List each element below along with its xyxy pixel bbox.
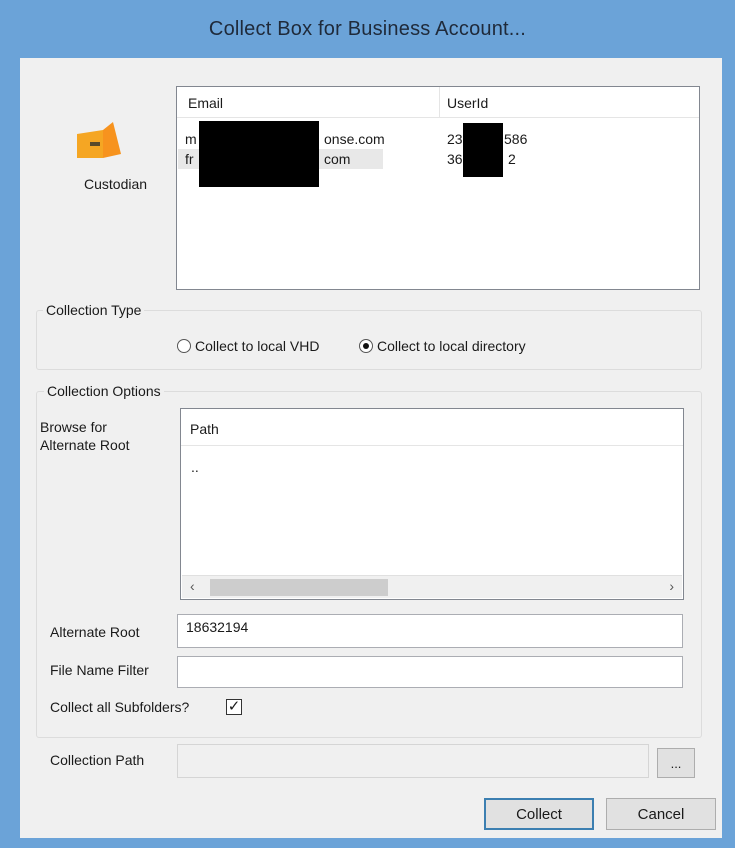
cancel-button[interactable]: Cancel bbox=[606, 798, 716, 830]
custodian-list-header: Email UserId bbox=[177, 87, 699, 118]
email-cell: m bbox=[185, 131, 197, 147]
dialog-window: Collect Box for Business Account... Cust… bbox=[0, 0, 735, 848]
collect-button[interactable]: Collect bbox=[484, 798, 594, 830]
radio-local-directory[interactable]: Collect to local directory bbox=[359, 338, 526, 354]
file-name-filter-label: File Name Filter bbox=[50, 662, 149, 678]
horizontal-scrollbar[interactable]: ‹ › bbox=[182, 575, 682, 598]
redaction-box bbox=[463, 123, 503, 177]
custodian-list[interactable]: Email UserId m onse.com 23 586 fr com 36… bbox=[176, 86, 700, 290]
email-cell-suffix: onse.com bbox=[324, 131, 385, 147]
userid-cell-suffix: 586 bbox=[504, 131, 528, 147]
collection-path-field[interactable] bbox=[177, 744, 649, 778]
title-bar[interactable]: Collect Box for Business Account... bbox=[0, 0, 735, 58]
custodian-icon bbox=[77, 122, 121, 158]
collection-options-label: Collection Options bbox=[44, 383, 164, 399]
window-title: Collect Box for Business Account... bbox=[208, 17, 527, 40]
file-name-filter-field[interactable] bbox=[177, 656, 683, 688]
radio-local-vhd[interactable]: Collect to local VHD bbox=[177, 338, 320, 354]
path-list[interactable]: Path .. ‹ › bbox=[180, 408, 684, 600]
alternate-root-label: Alternate Root bbox=[50, 624, 140, 640]
radio-button-icon[interactable] bbox=[177, 339, 191, 353]
path-cell: .. bbox=[191, 459, 199, 475]
radio-label[interactable]: Collect to local directory bbox=[377, 338, 526, 354]
userid-cell: 36 bbox=[447, 151, 463, 167]
column-divider[interactable] bbox=[439, 87, 440, 117]
radio-button-selected-icon[interactable] bbox=[359, 339, 373, 353]
browse-alternate-root-label: Browse for Alternate Root bbox=[40, 419, 130, 453]
browse-collection-path-button[interactable]: ... bbox=[657, 748, 695, 778]
collection-path-label: Collection Path bbox=[50, 752, 145, 768]
alternate-root-field[interactable]: 18632194 bbox=[177, 614, 683, 648]
redaction-box bbox=[199, 121, 319, 187]
scroll-left-icon[interactable]: ‹ bbox=[190, 578, 195, 594]
userid-cell-suffix: 2 bbox=[508, 151, 516, 167]
scrollbar-thumb[interactable] bbox=[210, 579, 388, 596]
collect-subfolders-label: Collect all Subfolders? bbox=[50, 699, 190, 715]
custodian-label: Custodian bbox=[84, 176, 148, 192]
collect-subfolders-checkbox[interactable]: ✓ bbox=[226, 699, 242, 715]
column-header-email[interactable]: Email bbox=[188, 95, 223, 111]
dialog-body: Custodian Email UserId m onse.com 23 586… bbox=[20, 58, 722, 838]
column-header-userid[interactable]: UserId bbox=[447, 95, 488, 111]
path-list-header: Path bbox=[181, 409, 683, 446]
userid-cell: 23 bbox=[447, 131, 463, 147]
scroll-right-icon[interactable]: › bbox=[669, 578, 674, 594]
path-row[interactable]: .. bbox=[182, 457, 682, 477]
column-header-path[interactable]: Path bbox=[190, 421, 219, 437]
radio-label[interactable]: Collect to local VHD bbox=[195, 338, 320, 354]
collection-type-label: Collection Type bbox=[43, 302, 145, 318]
